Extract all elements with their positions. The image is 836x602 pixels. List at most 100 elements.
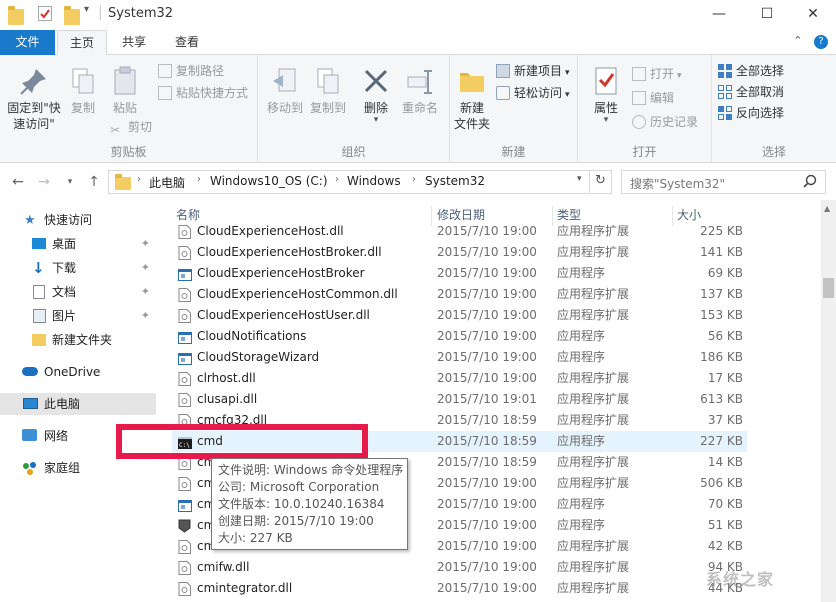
table-row[interactable]: cmintegrator.dll 2015/7/10 19:00 应用程序扩展 44 … xyxy=(172,578,747,599)
delete-button[interactable]: 删除 ▾ xyxy=(358,65,394,125)
invert-selection-button[interactable]: 反向选择 xyxy=(718,103,784,123)
delete-dropdown-icon[interactable]: ▾ xyxy=(358,116,394,125)
back-arrow-icon[interactable]: ← xyxy=(8,172,28,192)
pin-icon[interactable]: ✦ xyxy=(141,257,150,279)
file-name: CloudNotifications xyxy=(197,329,307,343)
dll-file-icon xyxy=(178,225,191,239)
new-item-button[interactable]: 新建项目 ▾ xyxy=(496,61,570,81)
forward-arrow-icon[interactable]: → xyxy=(34,172,54,192)
nav-label: 下载 xyxy=(52,261,77,275)
nav-quick-access[interactable]: ★ 快速访问 xyxy=(0,209,156,231)
file-date: 2015/7/10 19:00 xyxy=(437,266,537,280)
properties-icon[interactable] xyxy=(38,6,52,21)
up-arrow-icon[interactable]: ↑ xyxy=(84,172,104,192)
properties-button[interactable]: 属性 ▾ xyxy=(584,65,628,125)
nav-documents[interactable]: 文档 ✦ xyxy=(0,281,156,303)
tab-share[interactable]: 共享 xyxy=(110,30,158,55)
maximize-button[interactable]: ☐ xyxy=(744,0,790,30)
pin-icon[interactable]: ✦ xyxy=(141,233,150,255)
breadcrumb-c-drive[interactable]: Windows10_OS (C:) xyxy=(210,174,328,188)
table-row[interactable]: CloudExperienceHost.dll 2015/7/10 19:00 应用… xyxy=(172,221,747,242)
move-to-button[interactable]: 移动到 xyxy=(264,65,306,116)
organize-group: 移动到 复制到 删除 ▾ 重命名 组织 xyxy=(258,55,450,163)
scrollbar-thumb[interactable] xyxy=(823,278,834,298)
nav-label: OneDrive xyxy=(44,365,101,379)
invert-selection-label: 反向选择 xyxy=(736,106,785,120)
file-name: CloudExperienceHostCommon.dll xyxy=(197,287,398,301)
file-date: 2015/7/10 19:00 xyxy=(437,308,537,322)
breadcrumb-system32[interactable]: System32 xyxy=(425,174,485,188)
expand-ribbon-icon[interactable]: ⌃ xyxy=(793,34,802,47)
table-row[interactable]: cmifw.dll 2015/7/10 19:00 应用程序扩展 94 KB xyxy=(172,557,747,578)
file-name: cmifw.dll xyxy=(197,560,250,574)
nav-desktop[interactable]: 桌面 ✦ xyxy=(0,233,156,255)
table-row[interactable]: clrhost.dll 2015/7/10 19:00 应用程序扩展 17 KB xyxy=(172,368,747,389)
history-button[interactable]: 历史记录 xyxy=(632,112,698,132)
search-box[interactable]: 搜索"System32" xyxy=(621,170,826,194)
file-date: 2015/7/10 18:59 xyxy=(437,455,537,469)
clipboard-group-label: 剪贴板 xyxy=(110,145,147,159)
address-dropdown-icon[interactable]: ▾ xyxy=(577,174,582,184)
file-name: CloudExperienceHostBroker xyxy=(197,266,365,280)
search-input[interactable]: 搜索"System32" xyxy=(630,175,725,192)
breadcrumb-this-pc[interactable]: 此电脑 xyxy=(149,174,185,191)
nav-pictures[interactable]: 图片 ✦ xyxy=(0,305,156,327)
minimize-button[interactable]: — xyxy=(696,0,742,30)
vertical-scrollbar[interactable]: ▲ xyxy=(821,200,836,602)
breadcrumb-separator-icon[interactable]: › xyxy=(137,174,141,185)
close-button[interactable]: ✕ xyxy=(790,0,836,30)
rename-button[interactable]: 重命名 xyxy=(396,65,444,116)
dll-file-icon xyxy=(178,288,191,302)
nav-this-pc[interactable]: 此电脑 xyxy=(0,393,156,415)
nav-downloads[interactable]: ↓ 下载 ✦ xyxy=(0,257,156,279)
picture-icon xyxy=(33,309,46,323)
breadcrumb-separator-icon[interactable]: › xyxy=(197,174,201,185)
breadcrumb-separator-icon[interactable]: › xyxy=(412,174,416,185)
breadcrumb-separator-icon[interactable]: › xyxy=(335,174,339,185)
pin-icon[interactable]: ✦ xyxy=(141,305,150,327)
table-row[interactable]: CloudExperienceHostCommon.dll 2015/7/10 1… xyxy=(172,284,747,305)
pin-quick-access-button[interactable]: 固定到"快 速访问" xyxy=(2,65,66,132)
refresh-icon[interactable]: ↻ xyxy=(595,173,606,188)
open-button[interactable]: 打开 ▾ xyxy=(632,64,682,84)
help-icon[interactable]: ? xyxy=(814,35,828,49)
new-folder-button[interactable]: 新建 文件夹 xyxy=(452,65,492,132)
paste-button[interactable]: 粘贴 xyxy=(105,65,145,116)
address-bar[interactable]: › 此电脑 › Windows10_OS (C:) › Windows › Sy… xyxy=(108,170,612,194)
table-row[interactable]: CloudExperienceHostUser.dll 2015/7/10 19:… xyxy=(172,305,747,326)
nav-homegroup[interactable]: 家庭组 xyxy=(0,457,156,479)
table-row[interactable]: CloudExperienceHostBroker.dll 2015/7/10 1… xyxy=(172,242,747,263)
search-icon[interactable] xyxy=(803,174,817,191)
address-folder-icon xyxy=(115,174,131,190)
dll-file-icon xyxy=(178,393,191,407)
nav-new-folder[interactable]: 新建文件夹 xyxy=(0,329,156,351)
pin-icon[interactable]: ✦ xyxy=(141,281,150,303)
easy-access-button[interactable]: 轻松访问 ▾ xyxy=(496,83,570,103)
open-dropdown-icon: ▾ xyxy=(677,71,682,81)
select-none-button[interactable]: 全部取消 xyxy=(718,82,784,102)
star-icon: ★ xyxy=(24,213,36,228)
edit-button[interactable]: 编辑 xyxy=(632,88,674,108)
paste-shortcut-button[interactable]: 粘贴快捷方式 xyxy=(158,83,248,103)
copy-button[interactable]: 复制 xyxy=(64,65,102,116)
copy-to-button[interactable]: 复制到 xyxy=(307,65,349,116)
properties-dropdown-icon[interactable]: ▾ xyxy=(584,116,628,125)
table-row[interactable]: clusapi.dll 2015/7/10 19:01 应用程序扩展 613 KB xyxy=(172,389,747,410)
recent-locations-icon[interactable]: ▾ xyxy=(60,172,80,192)
table-row[interactable]: CloudExperienceHostBroker 2015/7/10 19:00… xyxy=(172,263,747,284)
tab-view[interactable]: 查看 xyxy=(162,30,212,55)
table-row[interactable]: CloudStorageWizard 2015/7/10 19:00 应用程序 186… xyxy=(172,347,747,368)
tab-home[interactable]: 主页 xyxy=(57,30,107,56)
new-item-label: 新建项目 xyxy=(514,64,563,78)
scissors-icon: ✂ xyxy=(110,123,121,137)
nav-onedrive[interactable]: OneDrive xyxy=(0,361,156,383)
select-all-button[interactable]: 全部选择 xyxy=(718,61,784,81)
new-folder-icon[interactable] xyxy=(64,6,80,25)
table-row[interactable]: CloudNotifications 2015/7/10 19:00 应用程序 56 … xyxy=(172,326,747,347)
copy-path-button[interactable]: 复制路径 xyxy=(158,61,224,81)
breadcrumb-windows[interactable]: Windows xyxy=(347,174,401,188)
exe-file-icon xyxy=(178,330,192,344)
cut-button[interactable]: ✂ 剪切 xyxy=(110,117,152,137)
scroll-up-icon[interactable]: ▲ xyxy=(824,204,830,213)
tab-file[interactable]: 文件 xyxy=(0,30,55,55)
